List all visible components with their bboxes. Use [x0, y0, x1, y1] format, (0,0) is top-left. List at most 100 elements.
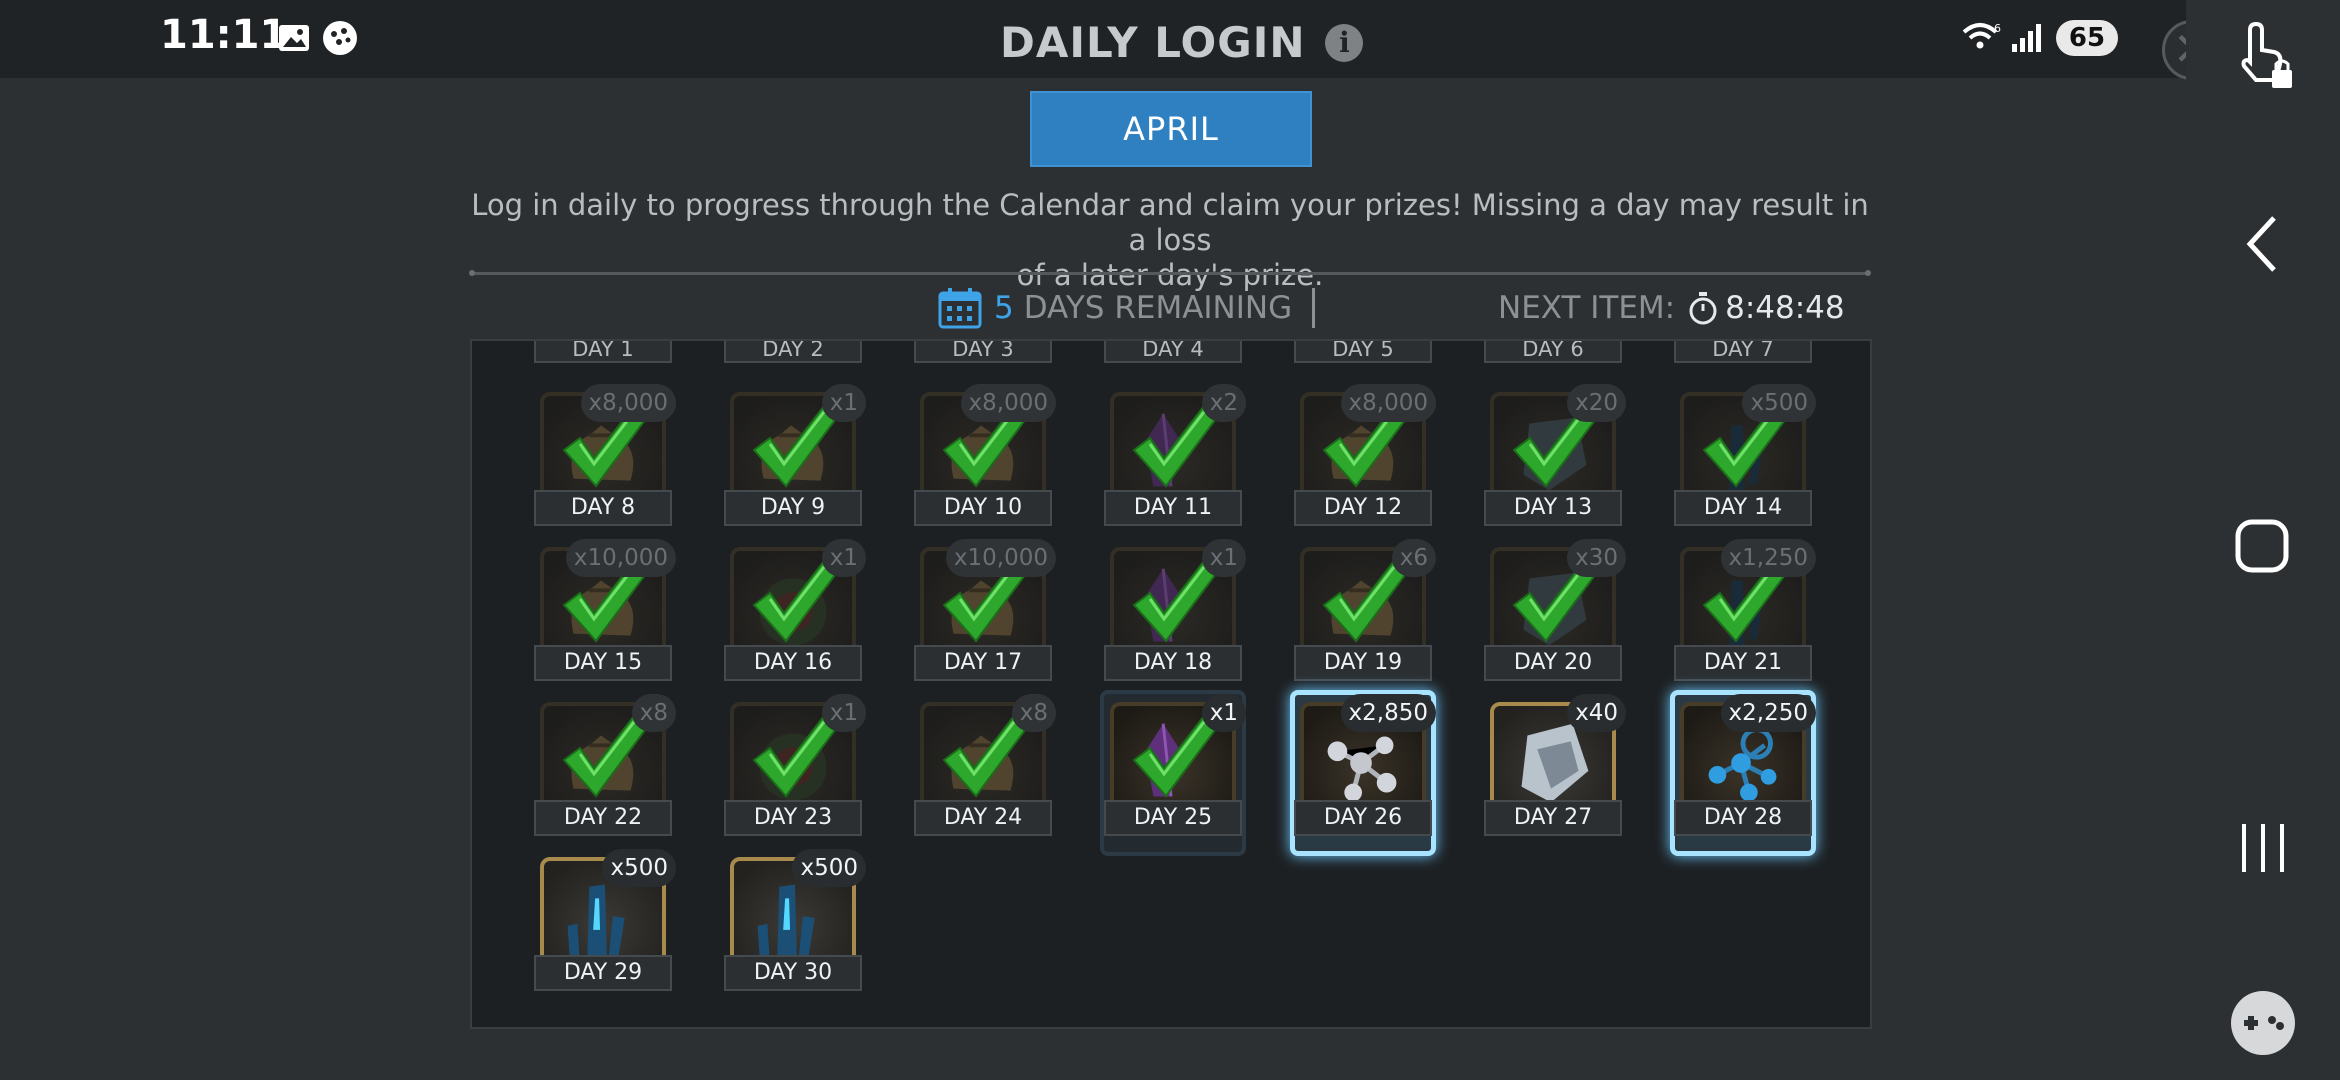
reward-quantity-badge: x8: [631, 694, 676, 732]
reward-quantity-badge: x1: [1201, 694, 1246, 732]
calendar-icon: [938, 288, 982, 329]
day-label: DAY 23: [724, 800, 862, 836]
reward-quantity-badge: x40: [1567, 694, 1626, 732]
day-label-top: DAY 1: [534, 341, 672, 363]
back-icon[interactable]: [2242, 214, 2282, 274]
day-label: DAY 15: [534, 645, 672, 681]
reward-quantity-badge: x6: [1391, 539, 1436, 577]
svg-text:6: 6: [1994, 22, 2001, 35]
day-label: DAY 25: [1104, 800, 1242, 836]
reward-quantity-badge: x2,850: [1340, 694, 1436, 732]
reward-day-cell[interactable]: x30 DAY 20: [1484, 539, 1626, 691]
day-label: DAY 16: [724, 645, 862, 681]
timer-icon: [1689, 292, 1717, 325]
day-label: DAY 30: [724, 955, 862, 991]
reward-day-cell[interactable]: x40 DAY 27: [1484, 694, 1626, 846]
gallery-notification-icon: [279, 25, 309, 51]
game-tools-icon[interactable]: [2230, 990, 2296, 1056]
day-label-top: DAY 2: [724, 341, 862, 363]
day-label: DAY 20: [1484, 645, 1622, 681]
reward-day-cell[interactable]: x8 DAY 22: [534, 694, 676, 846]
game-notification-icon: [323, 21, 357, 55]
info-icon[interactable]: i: [1325, 23, 1364, 62]
day-label: DAY 9: [724, 490, 862, 526]
reward-quantity-badge: x2: [1201, 384, 1246, 422]
touch-lock-icon[interactable]: [2236, 22, 2296, 92]
reward-quantity-badge: x10,000: [945, 539, 1056, 577]
reward-day-cell[interactable]: x8,000 DAY 12: [1294, 384, 1436, 536]
day-label: DAY 22: [534, 800, 672, 836]
divider: [469, 270, 1871, 276]
reward-quantity-badge: x8,000: [1340, 384, 1436, 422]
day-label: DAY 18: [1104, 645, 1242, 681]
description-line-1: Log in daily to progress through the Cal…: [471, 188, 1869, 257]
reward-day-cell[interactable]: x500 DAY 29: [534, 849, 676, 1001]
day-label-top: DAY 5: [1294, 341, 1432, 363]
reward-quantity-badge: x500: [792, 849, 866, 887]
calendar-grid: DAY 1 DAY 2 DAY 3 DAY 4 DAY 5 DAY 6 DAY 7 x8,0…: [470, 339, 1872, 1029]
reward-day-cell[interactable]: x500 DAY 30: [724, 849, 866, 1001]
separator: [1312, 288, 1316, 328]
days-remaining: 5 DAYS REMAINING: [938, 283, 1316, 333]
page-title: DAILY LOGIN: [1000, 18, 1306, 67]
reward-quantity-badge: x2,250: [1720, 694, 1816, 732]
day-label: DAY 27: [1484, 800, 1622, 836]
reward-quantity-badge: x1: [821, 539, 866, 577]
day-label: DAY 8: [534, 490, 672, 526]
day-label: DAY 12: [1294, 490, 1432, 526]
reward-day-cell[interactable]: x2 DAY 11: [1104, 384, 1246, 536]
reward-day-cell[interactable]: x2,250 DAY 28: [1670, 690, 1816, 856]
signal-icon: [2012, 24, 2041, 52]
reward-day-cell[interactable]: x6 DAY 19: [1294, 539, 1436, 691]
day-label: DAY 11: [1104, 490, 1242, 526]
reward-day-cell[interactable]: x8 DAY 24: [914, 694, 1056, 846]
reward-day-cell[interactable]: x20 DAY 13: [1484, 384, 1626, 536]
reward-quantity-badge: x1: [821, 384, 866, 422]
reward-day-cell[interactable]: x10,000 DAY 15: [534, 539, 676, 691]
reward-day-cell[interactable]: x1 DAY 25: [1100, 690, 1246, 856]
reward-day-cell[interactable]: x1 DAY 23: [724, 694, 866, 846]
battery-indicator: 65: [2056, 20, 2118, 56]
reward-quantity-badge: x20: [1567, 384, 1626, 422]
home-icon[interactable]: [2234, 518, 2290, 574]
reward-quantity-badge: x10,000: [565, 539, 676, 577]
next-item-timer: 8:48:48: [1725, 290, 1845, 326]
day-label-top: DAY 4: [1104, 341, 1242, 363]
day-label: DAY 29: [534, 955, 672, 991]
reward-day-cell[interactable]: x2,850 DAY 26: [1290, 690, 1436, 856]
day-label: DAY 10: [914, 490, 1052, 526]
next-item-label: NEXT ITEM:: [1498, 290, 1676, 326]
description: Log in daily to progress through the Cal…: [460, 188, 1880, 293]
reward-quantity-badge: x500: [1742, 384, 1816, 422]
day-label: DAY 28: [1674, 800, 1812, 836]
status-time: 11:11: [160, 12, 288, 58]
wifi-icon: 6: [1962, 22, 2001, 49]
reward-day-cell[interactable]: x1 DAY 9: [724, 384, 866, 536]
reward-quantity-badge: x8: [1011, 694, 1056, 732]
recents-icon[interactable]: [2238, 820, 2288, 876]
reward-day-cell[interactable]: x8,000 DAY 8: [534, 384, 676, 536]
day-label: DAY 26: [1294, 800, 1432, 836]
day-label: DAY 24: [914, 800, 1052, 836]
reward-day-cell[interactable]: x500 DAY 14: [1674, 384, 1816, 536]
day-label-top: DAY 7: [1674, 341, 1812, 363]
month-button[interactable]: APRIL: [1030, 91, 1312, 167]
day-label: DAY 14: [1674, 490, 1812, 526]
day-label: DAY 19: [1294, 645, 1432, 681]
reward-quantity-badge: x1: [1201, 539, 1246, 577]
day-label: DAY 13: [1484, 490, 1622, 526]
system-nav-bar: [2186, 0, 2340, 1080]
reward-day-cell[interactable]: x1 DAY 16: [724, 539, 866, 691]
reward-quantity-badge: x1: [821, 694, 866, 732]
day-label: DAY 21: [1674, 645, 1812, 681]
reward-day-cell[interactable]: x1,250 DAY 21: [1674, 539, 1816, 691]
reward-day-cell[interactable]: x10,000 DAY 17: [914, 539, 1056, 691]
days-remaining-count: 5: [994, 290, 1014, 326]
reward-quantity-badge: x8,000: [960, 384, 1056, 422]
reward-quantity-badge: x8,000: [580, 384, 676, 422]
reward-day-cell[interactable]: x1 DAY 18: [1104, 539, 1246, 691]
reward-day-cell[interactable]: x8,000 DAY 10: [914, 384, 1056, 536]
reward-quantity-badge: x30: [1567, 539, 1626, 577]
reward-quantity-badge: x500: [602, 849, 676, 887]
days-remaining-label: DAYS REMAINING: [1023, 290, 1293, 326]
